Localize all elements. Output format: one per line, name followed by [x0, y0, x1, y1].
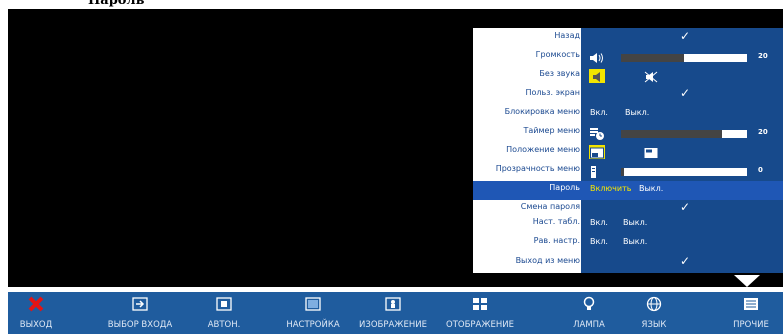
menu-item-menu-lock[interactable]: Блокировка меню Вкл. Выкл.: [473, 105, 783, 124]
menu-item-label: Выход из меню: [515, 256, 580, 265]
nav-label: НАСТРОЙКА: [286, 320, 340, 330]
language-globe-icon: [645, 296, 663, 312]
option-off[interactable]: Выкл.: [625, 108, 649, 117]
nav-label: ВЫХОД: [19, 320, 53, 330]
menu-item-label: Без звука: [539, 69, 580, 78]
option-off[interactable]: Выкл.: [623, 218, 647, 227]
position-bottom-left-icon[interactable]: [589, 145, 605, 159]
nav-item-input-select[interactable]: ВЫБОР ВХОДА: [92, 292, 188, 334]
menu-item-volume[interactable]: Громкость 20: [473, 48, 783, 67]
nav-label: ИЗОБРАЖЕНИЕ: [359, 320, 427, 330]
page-title: Пароль: [88, 0, 145, 8]
menu-item-mute[interactable]: Без звука: [473, 67, 783, 86]
scroll-down-arrow-icon[interactable]: [734, 275, 760, 287]
menu-item-menu-position[interactable]: Положение меню: [473, 143, 783, 162]
lamp-icon: [580, 296, 598, 312]
menu-item-label: Смена пароля: [520, 202, 580, 211]
menu-item-label: Назад: [554, 31, 580, 40]
volume-value: 20: [758, 52, 768, 60]
timer-slider[interactable]: [621, 130, 747, 138]
menu-item-custom-screen[interactable]: Польз. экран ✓: [473, 86, 783, 105]
timer-slider-fill: [621, 130, 722, 138]
nav-label: ПРОЧИЕ: [733, 320, 769, 330]
nav-item-exit[interactable]: ВЫХОД: [8, 292, 64, 334]
transparency-value: 0: [758, 166, 763, 174]
setup-icon: [304, 296, 322, 312]
checkmark-icon: ✓: [680, 200, 691, 214]
option-enable[interactable]: Включить: [590, 184, 631, 193]
position-center-icon[interactable]: [643, 145, 659, 159]
option-on[interactable]: Вкл.: [590, 108, 608, 117]
volume-slider[interactable]: [621, 54, 747, 62]
menu-item-menu-transparency[interactable]: Прозрачность меню 0: [473, 162, 783, 181]
others-icon: [742, 296, 760, 312]
checkmark-icon: ✓: [680, 254, 691, 268]
option-on[interactable]: Вкл.: [590, 218, 608, 227]
transparency-slider[interactable]: [621, 168, 747, 176]
display-icon: [471, 296, 489, 312]
menu-item-label: Наст. табл.: [532, 217, 580, 226]
transparency-slider-fill: [621, 168, 624, 176]
speaker-icon: [589, 50, 605, 64]
menu-item-label: Таймер меню: [523, 126, 581, 135]
menu-item-label: Прозрачность меню: [495, 164, 580, 173]
nav-item-picture[interactable]: ИЗОБРАЖЕНИЕ: [352, 292, 434, 334]
menu-item-label: Блокировка меню: [504, 107, 580, 116]
nav-item-auto-adjust[interactable]: АВТОН.: [204, 292, 244, 334]
nav-item-language[interactable]: ЯЗЫК: [634, 292, 674, 334]
nav-label: ВЫБОР ВХОДА: [107, 320, 173, 330]
menu-item-exit-menu[interactable]: Выход из меню ✓: [473, 254, 783, 273]
menu-item-label: Положение меню: [506, 145, 580, 154]
menu-item-test-pattern[interactable]: Наст. табл. Вкл. Выкл.: [473, 215, 783, 234]
menu-item-back[interactable]: Назад ✓: [473, 29, 783, 48]
sound-muted-icon[interactable]: [643, 69, 659, 83]
checkmark-icon: ✓: [680, 29, 691, 43]
timer-icon: [589, 126, 605, 140]
timer-value: 20: [758, 128, 768, 136]
exit-icon: [27, 296, 45, 312]
nav-label: АВТОН.: [207, 320, 241, 330]
menu-item-label: Польз. экран: [525, 88, 580, 97]
auto-adjust-icon: [215, 296, 233, 312]
sound-on-icon[interactable]: [589, 69, 605, 83]
option-off[interactable]: Выкл.: [639, 184, 663, 193]
page-title-strip: Пароль: [0, 0, 783, 9]
menu-item-label: Рав. настр.: [533, 236, 580, 245]
nav-item-setup[interactable]: НАСТРОЙКА: [278, 292, 348, 334]
nav-label: ЯЗЫК: [641, 320, 667, 330]
checkmark-icon: ✓: [680, 86, 691, 100]
menu-item-password[interactable]: Пароль Включить Выкл.: [473, 181, 783, 200]
nav-item-lamp[interactable]: ЛАМПА: [564, 292, 614, 334]
picture-icon: [384, 296, 402, 312]
transparency-icon: [589, 164, 605, 178]
menu-item-label: Громкость: [535, 50, 580, 59]
nav-label: ЛАМПА: [573, 320, 605, 330]
volume-slider-fill: [621, 54, 684, 62]
option-off[interactable]: Выкл.: [623, 237, 647, 246]
nav-item-display[interactable]: ОТОБРАЖЕНИЕ: [438, 292, 522, 334]
input-select-icon: [131, 296, 149, 312]
menu-item-factory-reset[interactable]: Рав. настр. Вкл. Выкл.: [473, 234, 783, 253]
nav-label: ОТОБРАЖЕНИЕ: [446, 320, 514, 330]
option-on[interactable]: Вкл.: [590, 237, 608, 246]
menu-item-menu-timer[interactable]: Таймер меню 20: [473, 124, 783, 143]
nav-item-others[interactable]: ПРОЧИЕ: [726, 292, 776, 334]
bottom-nav-bar: ВЫХОД ВЫБОР ВХОДА АВТОН. НАСТРОЙКА ИЗОБР…: [8, 292, 783, 334]
menu-item-label: Пароль: [549, 183, 580, 192]
